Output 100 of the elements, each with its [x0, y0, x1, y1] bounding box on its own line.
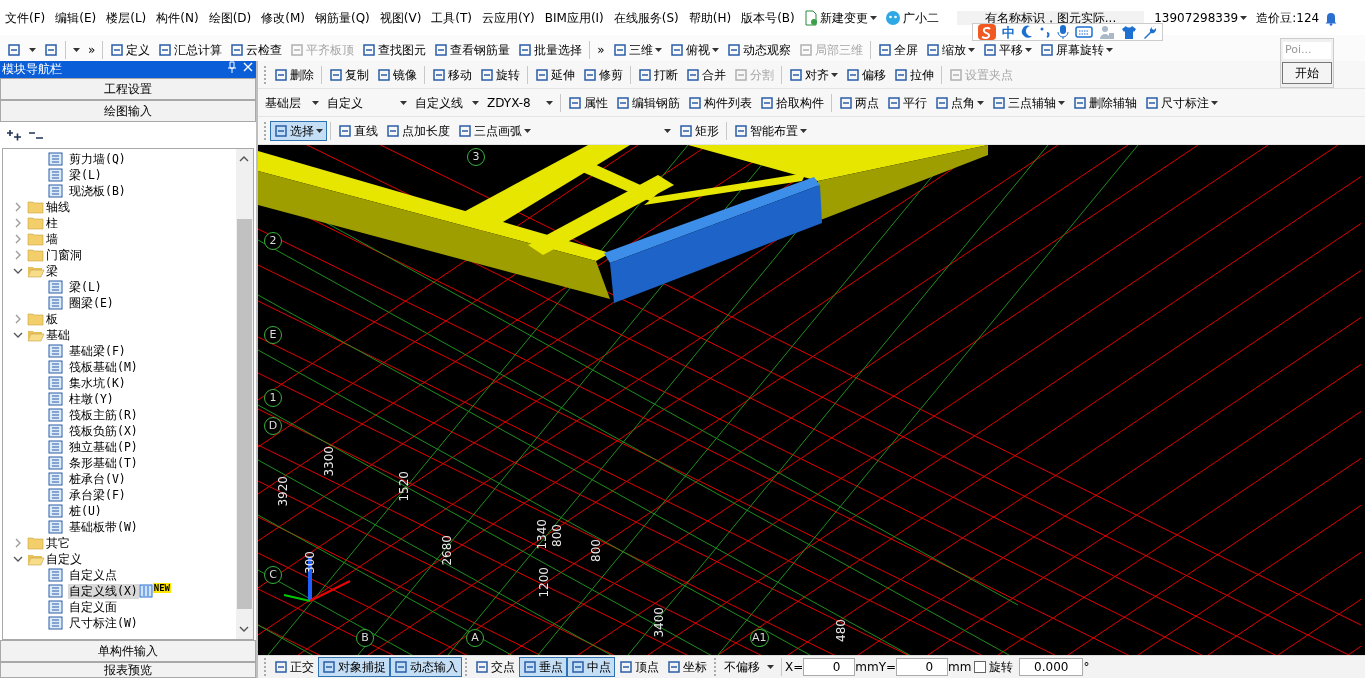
dropdown-button[interactable]: 三点辅轴 [988, 92, 1069, 113]
dropdown-button[interactable]: 三维 [608, 40, 666, 60]
tree-item[interactable]: 门窗洞 [45, 247, 83, 263]
toolbar-button[interactable]: 点加长度 [382, 120, 454, 141]
toolbar-button[interactable]: 全屏 [873, 40, 922, 60]
keyboard-icon[interactable] [1075, 25, 1093, 39]
toolbar-button[interactable]: 延伸 [531, 64, 579, 85]
notice-tab[interactable]: 有名称标识，图元实际... [956, 10, 1145, 25]
toolbar-button[interactable]: 查看钢筋量 [430, 40, 515, 60]
menu-item[interactable]: 云应用(Y) [477, 8, 540, 27]
tree-item[interactable]: 圈梁(E) [68, 295, 115, 311]
menu-item[interactable]: 版本号(B) [736, 8, 800, 27]
tree-item[interactable]: 桩(U) [68, 503, 103, 519]
tree-item[interactable]: 桩承台(V) [68, 471, 127, 487]
punctuation-icon[interactable] [1039, 25, 1051, 39]
new-change-button[interactable]: 新建变更 [799, 7, 881, 28]
rotate-checkbox[interactable] [974, 661, 987, 673]
dropdown-button[interactable]: 智能布置 [730, 120, 811, 141]
menu-item[interactable]: 文件(F) [0, 8, 51, 27]
dropdown-button[interactable]: 平移 [978, 40, 1036, 60]
menu-item[interactable]: 编辑(E) [50, 8, 102, 27]
toolbar-button[interactable]: 云检查 [226, 40, 287, 60]
toolbar-button[interactable]: 拾取构件 [756, 92, 828, 113]
tree-item[interactable]: 自定义 [45, 551, 83, 567]
tree-item[interactable]: 集水坑(K) [68, 375, 127, 391]
collapse-all-icon[interactable] [28, 129, 44, 141]
snap-mode-button[interactable]: 中点 [567, 657, 615, 677]
close-icon[interactable] [243, 61, 253, 73]
collapse-icon[interactable] [13, 330, 23, 340]
menu-item[interactable]: 帮助(H) [683, 8, 737, 27]
expand-all-icon[interactable] [6, 129, 22, 141]
snap-mode-button[interactable]: 顶点 [615, 657, 663, 677]
number-field[interactable]: 0.000 [1019, 658, 1084, 676]
tree-item[interactable]: 剪力墙(Q) [68, 151, 127, 167]
menu-item[interactable]: 修改(M) [256, 8, 310, 27]
start-button[interactable]: 开始 [1282, 61, 1332, 84]
toolbar-overflow-button[interactable]: » [593, 40, 609, 60]
toolbar-button[interactable]: 定义 [106, 40, 155, 60]
toolbar-button[interactable]: 平行 [883, 92, 931, 113]
tree-item[interactable]: 现浇板(B) [68, 183, 127, 199]
dropdown-button[interactable]: 俯视 [665, 40, 723, 60]
toolbar-button[interactable]: 删除 [270, 64, 318, 85]
toolbar-button[interactable]: 修剪 [579, 64, 627, 85]
menu-item[interactable]: 楼层(L) [101, 8, 152, 27]
dropdown-button[interactable]: 选择 [270, 120, 327, 141]
offset-dropdown[interactable]: 不偏移 [720, 657, 778, 677]
dropdown-button[interactable]: 对齐 [785, 64, 842, 85]
snap-mode-button[interactable]: 正交 [270, 657, 318, 677]
toolbar-button[interactable]: 偏移 [842, 64, 890, 85]
moon-icon[interactable] [1021, 25, 1033, 39]
toolbar-button[interactable]: 镜像 [373, 64, 421, 85]
shirt-icon[interactable] [1121, 25, 1137, 39]
dropdown-field[interactable]: ZDYX-8 [483, 92, 557, 113]
scroll-up-icon[interactable] [239, 155, 249, 162]
toolbar-button[interactable]: 编辑钢筋 [612, 92, 684, 113]
tree-item[interactable]: 承台梁(F) [68, 487, 127, 503]
dropdown-field[interactable]: 自定义线 [411, 92, 483, 113]
number-field[interactable]: 0 [896, 658, 949, 676]
menu-item[interactable]: BIM应用(I) [539, 8, 609, 27]
toolbar-button[interactable]: 旋转 [476, 64, 524, 85]
toolbar-button[interactable]: 复制 [325, 64, 373, 85]
toolbar-button[interactable]: 矩形 [675, 120, 723, 141]
tree-item[interactable]: 柱 [45, 215, 59, 231]
tree-item[interactable]: 柱墩(Y) [68, 391, 115, 407]
collapse-icon[interactable] [13, 266, 23, 276]
snap-mode-button[interactable]: 垂点 [519, 657, 567, 677]
tree-item[interactable]: 梁 [45, 263, 59, 279]
dropdown-button[interactable]: 屏幕旋转 [1035, 40, 1117, 60]
dropdown-field[interactable]: 自定义 [323, 92, 411, 113]
collapse-icon[interactable] [13, 554, 23, 564]
tree-item[interactable]: 基础梁(F) [68, 343, 127, 359]
tree-item[interactable]: 筏板基础(M) [68, 359, 139, 375]
panel-section-button[interactable]: 绘图输入 [0, 100, 256, 122]
toolbar-button[interactable]: 查找图元 [358, 40, 431, 60]
scroll-down-icon[interactable] [239, 626, 249, 633]
dropdown-button[interactable]: 尺寸标注 [1141, 92, 1222, 113]
snap-mode-button[interactable]: 对象捕捉 [318, 657, 390, 677]
expand-icon[interactable] [13, 202, 23, 212]
tree-item[interactable]: 自定义点 [68, 567, 118, 583]
tree-item[interactable]: 轴线 [45, 199, 71, 215]
toolbar-button[interactable]: 汇总计算 [154, 40, 227, 60]
toolbar-button[interactable]: 直线 [334, 120, 382, 141]
tree-item[interactable]: 基础板带(W) [68, 519, 139, 535]
toolbar-button[interactable]: 构件列表 [684, 92, 756, 113]
tree-item[interactable]: 筏板主筋(R) [68, 407, 139, 423]
account-dropdown[interactable]: 13907298339 [1150, 7, 1252, 28]
expand-icon[interactable] [13, 314, 23, 324]
expand-icon[interactable] [13, 234, 23, 244]
dropdown-button[interactable]: 点角 [931, 92, 988, 113]
tree-item[interactable]: 自定义线(X) [68, 583, 139, 599]
expand-icon[interactable] [13, 250, 23, 260]
toolbar-button[interactable]: 拉伸 [890, 64, 938, 85]
dropdown-button[interactable]: 缩放 [921, 40, 979, 60]
tree-item[interactable]: 其它 [45, 535, 71, 551]
dropdown-field[interactable]: 基础层 [261, 92, 323, 113]
expand-icon[interactable] [13, 218, 23, 228]
scrollbar-thumb[interactable] [237, 219, 252, 609]
expand-icon[interactable] [13, 538, 23, 548]
number-field[interactable]: 0 [803, 658, 856, 676]
toolbar-button[interactable]: 两点 [835, 92, 883, 113]
